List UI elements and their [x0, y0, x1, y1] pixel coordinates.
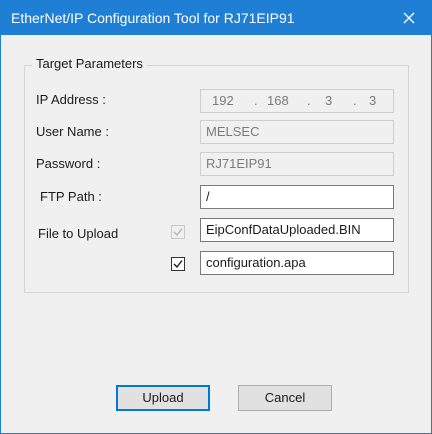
ip-separator: .	[307, 93, 311, 108]
checkmark-icon	[173, 260, 183, 269]
window-title: EtherNet/IP Configuration Tool for RJ71E…	[11, 10, 295, 26]
cancel-button[interactable]: Cancel	[238, 385, 332, 411]
dialog-window: EtherNet/IP Configuration Tool for RJ71E…	[0, 0, 432, 434]
ip-octet-1: 192	[212, 93, 234, 108]
file-2-name: configuration.apa	[200, 251, 394, 275]
ftp-path-input[interactable]: /	[200, 185, 394, 209]
ip-address-field[interactable]: 192 . 168 . 3 . 3	[200, 89, 394, 113]
ip-separator: .	[353, 93, 357, 108]
password-label: Password :	[36, 156, 101, 171]
file-to-upload-label: File to Upload	[38, 226, 119, 241]
user-name-label: User Name :	[36, 124, 109, 139]
password-field[interactable]: RJ71EIP91	[200, 152, 394, 176]
file-2-checkbox[interactable]	[171, 257, 185, 271]
upload-button[interactable]: Upload	[116, 385, 210, 411]
ip-octet-4: 3	[369, 93, 377, 108]
file-1-name: EipConfDataUploaded.BIN	[200, 218, 394, 242]
title-bar[interactable]: EtherNet/IP Configuration Tool for RJ71E…	[1, 1, 431, 35]
ip-octet-2: 168	[267, 93, 289, 108]
close-button[interactable]	[387, 1, 431, 35]
ip-octet-3: 3	[325, 93, 333, 108]
ftp-path-label: FTP Path :	[40, 189, 102, 204]
group-legend: Target Parameters	[32, 56, 147, 72]
checkmark-icon	[173, 228, 183, 237]
file-1-checkbox[interactable]	[171, 225, 185, 239]
close-icon	[403, 12, 415, 24]
ip-address-label: IP Address :	[36, 92, 106, 107]
user-name-field[interactable]: MELSEC	[200, 120, 394, 144]
ip-separator: .	[254, 93, 258, 108]
